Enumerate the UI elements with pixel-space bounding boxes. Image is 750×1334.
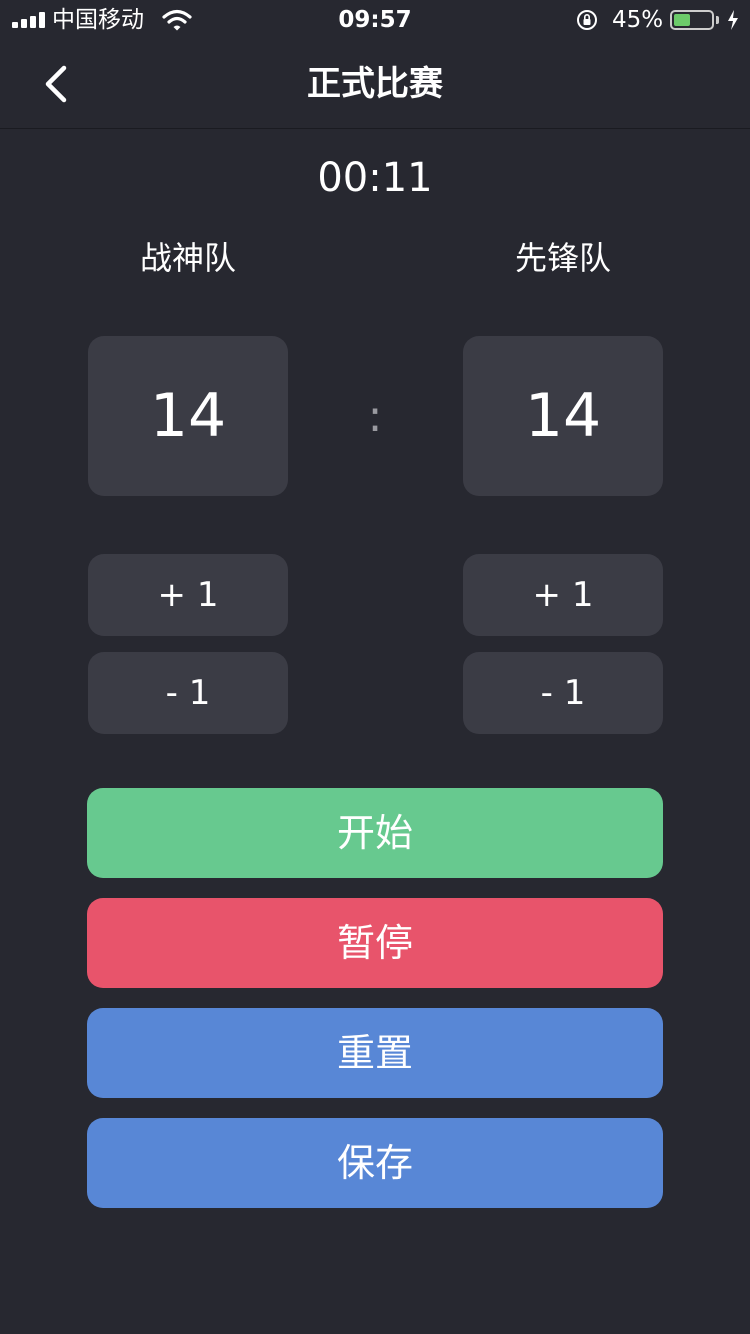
battery-tip [716,16,719,24]
battery-percent: 45% [612,7,664,33]
team-right-score: 14 [463,336,663,496]
status-bar: 中国移动 09:57 45% [0,0,750,40]
right-plus-one-button[interactable]: + 1 [463,554,663,636]
team-left-score: 14 [88,336,288,496]
left-plus-one-button[interactable]: + 1 [88,554,288,636]
charging-icon [728,10,738,30]
battery-icon [670,10,714,30]
battery-fill [674,14,690,26]
orientation-lock-icon [577,10,597,30]
reset-button[interactable]: 重置 [87,1008,663,1098]
start-button[interactable]: 开始 [87,788,663,878]
score-separator: : [367,391,383,442]
left-minus-one-button[interactable]: - 1 [88,652,288,734]
page-title: 正式比赛 [307,64,443,104]
team-left-name: 战神队 [139,239,236,277]
right-minus-one-button[interactable]: - 1 [463,652,663,734]
team-right-name: 先锋队 [514,239,611,277]
save-button[interactable]: 保存 [87,1118,663,1208]
pause-button[interactable]: 暂停 [87,898,663,988]
nav-bar: 正式比赛 [0,40,750,129]
match-timer: 00:11 [317,155,433,201]
